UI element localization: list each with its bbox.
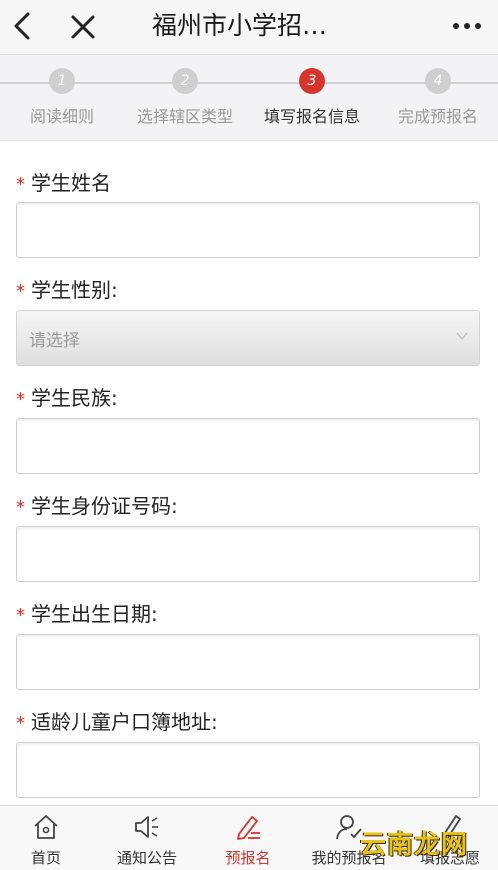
household-address-input[interactable] xyxy=(16,742,480,798)
tab-label: 通知公告 xyxy=(116,849,177,867)
back-arrow-icon[interactable] xyxy=(8,10,40,42)
student-gender-select[interactable]: 请选择 xyxy=(16,310,480,366)
step-select-district: 2 选择辖区类型 xyxy=(123,68,247,127)
megaphone-icon xyxy=(135,816,158,838)
student-ethnicity-input[interactable] xyxy=(16,418,480,474)
student-ethnicity-label: * 学生民族: xyxy=(16,386,118,410)
close-icon[interactable] xyxy=(68,12,98,42)
step-number: 1 xyxy=(49,68,75,94)
watermark-logo: 云南龙网 xyxy=(360,830,469,860)
step-label: 阅读细则 xyxy=(29,107,94,126)
required-mark: * xyxy=(16,389,25,410)
tab-label: 首页 xyxy=(30,849,61,867)
edit-icon xyxy=(237,816,260,840)
step-label: 填写报名信息 xyxy=(263,107,360,126)
household-address-label: * 适龄儿童户口簿地址: xyxy=(16,710,218,734)
student-birthdate-input[interactable] xyxy=(16,634,480,690)
student-gender-label: * 学生性别: xyxy=(16,278,118,302)
student-id-input[interactable] xyxy=(16,526,480,582)
student-name-input[interactable] xyxy=(16,202,480,258)
tab-pre-register[interactable]: 预报名 xyxy=(198,812,298,868)
required-mark: * xyxy=(16,174,25,195)
student-birthdate-label: * 学生出生日期: xyxy=(16,602,158,626)
step-complete: 4 完成预报名 xyxy=(376,68,498,127)
tab-home[interactable]: 首页 xyxy=(0,812,96,868)
required-mark: * xyxy=(16,713,25,734)
progress-steps: 1 阅读细则 2 选择辖区类型 3 填写报名信息 4 完成预报名 xyxy=(0,55,498,141)
step-label: 完成预报名 xyxy=(397,107,478,126)
student-id-label: * 学生身份证号码: xyxy=(16,494,178,518)
chevron-down-icon xyxy=(456,332,468,341)
required-mark: * xyxy=(16,605,25,626)
student-name-label: * 学生姓名 xyxy=(16,171,111,195)
home-icon xyxy=(34,815,58,839)
required-mark: * xyxy=(16,497,25,518)
more-dots-icon[interactable] xyxy=(450,14,484,38)
tab-label: 预报名 xyxy=(225,849,271,867)
step-fill-info: 3 填写报名信息 xyxy=(250,68,374,127)
step-label: 选择辖区类型 xyxy=(136,107,233,126)
tab-notices[interactable]: 通知公告 xyxy=(97,812,197,868)
nav-header: 福州市小学招… xyxy=(0,0,498,55)
step-number: 3 xyxy=(299,68,325,94)
step-number: 4 xyxy=(425,68,451,94)
registration-form: * 学生姓名 * 学生性别: 请选择 * 学生民族: * 学生身份证号码: * 学生出生日… xyxy=(0,141,498,805)
step-number: 2 xyxy=(172,68,198,94)
required-mark: * xyxy=(16,281,25,302)
step-read-rules: 1 阅读细则 xyxy=(0,68,124,127)
select-placeholder: 请选择 xyxy=(29,331,80,351)
page-title: 福州市小学招… xyxy=(152,11,328,40)
